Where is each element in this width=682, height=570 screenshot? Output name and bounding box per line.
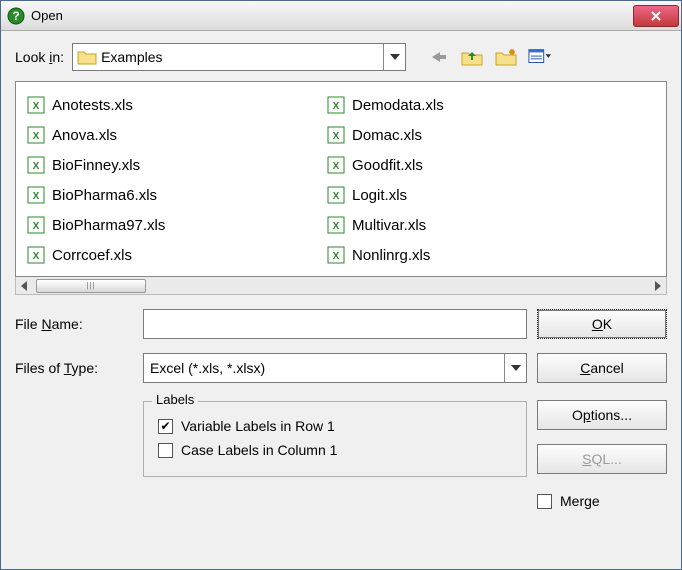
svg-text:X: X [333, 161, 340, 172]
file-name: BioPharma6.xls [52, 187, 157, 204]
svg-text:X: X [333, 191, 340, 202]
list-item[interactable]: X Anotests.xls [22, 90, 322, 120]
dropdown-button[interactable] [504, 354, 526, 382]
excel-file-icon: X [26, 245, 46, 265]
variable-labels-label: Variable Labels in Row 1 [181, 418, 335, 434]
excel-file-icon: X [326, 245, 346, 265]
up-folder-icon[interactable] [460, 46, 484, 68]
list-item[interactable]: X Logit.xls [322, 180, 622, 210]
excel-file-icon: X [326, 155, 346, 175]
filename-label: File Name: [15, 316, 133, 332]
file-name: BioFinney.xls [52, 157, 140, 174]
options-button[interactable]: Options... [537, 400, 667, 430]
window-title: Open [31, 8, 633, 23]
list-item[interactable]: X Nonlinrg.xls [322, 240, 622, 270]
list-item[interactable]: X Domac.xls [322, 120, 622, 150]
excel-file-icon: X [26, 125, 46, 145]
svg-text:X: X [33, 161, 40, 172]
svg-text:X: X [333, 251, 340, 262]
labels-legend: Labels [152, 392, 198, 407]
help-icon: ? [7, 7, 25, 25]
file-name: Goodfit.xls [352, 157, 423, 174]
list-item[interactable]: X BioPharma6.xls [22, 180, 322, 210]
svg-text:X: X [333, 131, 340, 142]
file-name: Nonlinrg.xls [352, 247, 430, 264]
titlebar: ? Open [1, 1, 681, 31]
svg-text:X: X [33, 101, 40, 112]
svg-text:X: X [33, 251, 40, 262]
excel-file-icon: X [26, 155, 46, 175]
list-item[interactable]: X Demodata.xls [322, 90, 622, 120]
svg-text:X: X [33, 221, 40, 232]
excel-file-icon: X [26, 185, 46, 205]
ok-button[interactable]: OK [537, 309, 667, 339]
excel-file-icon: X [326, 95, 346, 115]
file-name: Logit.xls [352, 187, 407, 204]
svg-text:X: X [333, 101, 340, 112]
folder-icon [77, 48, 97, 66]
filetype-combo[interactable]: Excel (*.xls, *.xlsx) [143, 353, 527, 383]
excel-file-icon: X [326, 125, 346, 145]
list-item[interactable]: X BioPharma97.xls [22, 210, 322, 240]
merge-checkbox[interactable] [537, 494, 552, 509]
list-item[interactable]: X Anova.xls [22, 120, 322, 150]
excel-file-icon: X [26, 95, 46, 115]
file-name: Corrcoef.xls [52, 247, 132, 264]
lookin-value: Examples [101, 49, 383, 65]
svg-text:X: X [33, 191, 40, 202]
scroll-right-icon[interactable] [648, 278, 666, 294]
labels-groupbox: Labels ✔ Variable Labels in Row 1 Case L… [143, 401, 527, 477]
scrollbar-track[interactable]: ||| [34, 279, 648, 293]
merge-label: Merge [560, 493, 600, 509]
close-button[interactable] [633, 5, 679, 27]
file-name: Anotests.xls [52, 97, 133, 114]
excel-file-icon: X [326, 215, 346, 235]
nav-toolbar [426, 46, 552, 68]
scrollbar-thumb[interactable]: ||| [36, 279, 146, 293]
file-name: Multivar.xls [352, 217, 426, 234]
horizontal-scrollbar[interactable]: ||| [15, 277, 667, 295]
file-name: Demodata.xls [352, 97, 444, 114]
dialog-body: Look in: Examples [1, 31, 681, 569]
file-list[interactable]: X Anotests.xls X Anova.xls X BioFinney.x… [15, 81, 667, 277]
svg-text:?: ? [12, 9, 19, 23]
variable-labels-checkbox[interactable]: ✔ [158, 419, 173, 434]
excel-file-icon: X [26, 215, 46, 235]
lookin-combo[interactable]: Examples [72, 43, 406, 71]
new-folder-icon[interactable] [494, 46, 518, 68]
filetype-label: Files of Type: [15, 360, 133, 376]
view-menu-icon[interactable] [528, 46, 552, 68]
list-item[interactable]: X Goodfit.xls [322, 150, 622, 180]
back-icon[interactable] [426, 46, 450, 68]
list-item[interactable]: X BioFinney.xls [22, 150, 322, 180]
filetype-value: Excel (*.xls, *.xlsx) [150, 360, 504, 376]
cancel-button[interactable]: Cancel [537, 353, 667, 383]
file-name: BioPharma97.xls [52, 217, 165, 234]
open-dialog: ? Open Look in: Examples [0, 0, 682, 570]
case-labels-checkbox[interactable] [158, 443, 173, 458]
file-name: Anova.xls [52, 127, 117, 144]
svg-text:X: X [33, 131, 40, 142]
list-item[interactable]: X Corrcoef.xls [22, 240, 322, 270]
lookin-row: Look in: Examples [15, 43, 667, 71]
case-labels-label: Case Labels in Column 1 [181, 442, 337, 458]
list-item[interactable]: X Multivar.xls [322, 210, 622, 240]
excel-file-icon: X [326, 185, 346, 205]
dropdown-button[interactable] [383, 44, 405, 70]
filename-input[interactable] [143, 309, 527, 339]
scroll-left-icon[interactable] [16, 278, 34, 294]
sql-button[interactable]: SQL... [537, 444, 667, 474]
svg-text:X: X [333, 221, 340, 232]
lookin-label: Look in: [15, 49, 64, 65]
file-name: Domac.xls [352, 127, 422, 144]
